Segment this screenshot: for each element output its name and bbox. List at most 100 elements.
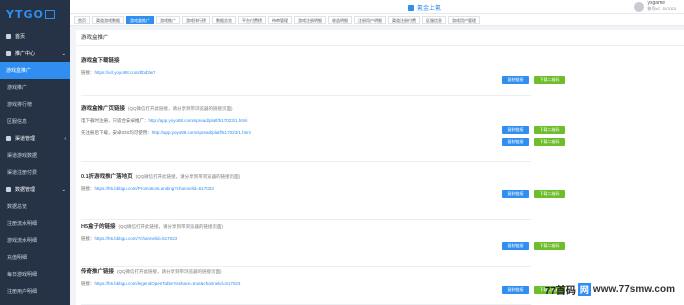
tab[interactable]: 平台付费榜 bbox=[238, 15, 266, 24]
sidebar-item[interactable]: 每日游戏明细 bbox=[0, 266, 70, 283]
tab[interactable]: 游戏排行榜 bbox=[182, 15, 210, 24]
copy-link-button[interactable]: 复制链接 bbox=[502, 242, 529, 250]
link-row: 链接：https://h5.bbbgu.com/legendOpenTable?… bbox=[81, 281, 531, 287]
link-url[interactable]: https://h5.bbbgu.com/PromotionLanding?ch… bbox=[95, 186, 214, 191]
tab[interactable]: 待审管理 bbox=[268, 15, 292, 24]
user-menu[interactable]: yxgame 账号id：517023 bbox=[633, 1, 676, 12]
sidebar-item[interactable]: 数据总览 bbox=[0, 198, 70, 215]
card-note: (QQ微信打开此链接，请分享到带浏览器的链接页面) bbox=[135, 174, 241, 179]
tab[interactable]: 游戏推广 bbox=[156, 15, 180, 24]
sidebar-item-label: 注册用户明细 bbox=[7, 289, 38, 295]
sidebar-item-label: 游戏推广 bbox=[7, 85, 28, 91]
top-bar: 氪金上氪 yxgame 账号id：517023 bbox=[70, 0, 684, 13]
app-logo[interactable]: YTGO bbox=[0, 0, 70, 28]
link-label: 链接： bbox=[81, 236, 95, 241]
tab[interactable]: 游戏注册明细 bbox=[294, 15, 326, 24]
sidebar-item-label: 游戏流水明细 bbox=[7, 238, 38, 244]
link-card: 传奇推广链接 (QQ微信打开此链接，请分享到带浏览器的链接页面) 链接：https:… bbox=[81, 267, 565, 305]
sidebar-item[interactable]: 渠道管理 ‹ bbox=[0, 130, 70, 147]
sidebar-item-label: 游戏排行榜 bbox=[7, 102, 33, 108]
sidebar-item[interactable]: 注册流水明细 bbox=[0, 215, 70, 232]
watermark: 77首码网 www.77smw.com bbox=[544, 283, 675, 297]
copy-link-button[interactable]: 复制链接 bbox=[502, 286, 529, 294]
link-url[interactable]: https://h5.bbbgu.com/?channelid=517023 bbox=[95, 236, 178, 241]
sidebar-item[interactable]: 游戏盒推广 bbox=[0, 62, 70, 79]
chevron-icon: ⌄ bbox=[61, 50, 66, 57]
tab[interactable]: 渠道注册付费 bbox=[388, 15, 420, 24]
link-label: 链接： bbox=[81, 186, 95, 191]
download-qr-button[interactable]: 下载二维码 bbox=[534, 138, 565, 146]
menu-icon bbox=[6, 51, 11, 56]
link-row: 电下载时注册，只适合安卓推广：http://app.yoyo88.com/spr… bbox=[81, 118, 531, 124]
tab[interactable]: 渠道游戏数据 bbox=[92, 15, 124, 24]
link-card: 0.1折游戏推广落地页 (QQ微信打开此链接，请分享到带浏览器的链接页面) 链接：h… bbox=[81, 172, 565, 220]
sidebar-item-label: 每日游戏明细 bbox=[7, 272, 38, 278]
download-qr-button[interactable]: 下载二维码 bbox=[534, 190, 565, 198]
tab[interactable]: 游戏用户管理 bbox=[448, 15, 480, 24]
link-card: 游戏盒推广页链接 (QQ微信打开此链接，请分享到带浏览器的链接页面) 电下载时注册，… bbox=[81, 104, 565, 162]
panel-title: 游戏盒推广 bbox=[76, 30, 684, 46]
card-note: (QQ微信打开此链接，请分享到带浏览器的链接页面) bbox=[128, 106, 233, 111]
link-row: 链接：https://url.yoyo88.com/0bd3w7 bbox=[81, 70, 531, 76]
sidebar: YTGO 首页 推广中心 ⌄ 游戏盒推广游戏推广游戏排行榜区服信息渠道管理 ‹ 渠道游戏数… bbox=[0, 0, 70, 305]
sidebar-item[interactable]: 注册用户明细 bbox=[0, 283, 70, 300]
sidebar-item[interactable]: 渠道注册付费 bbox=[0, 164, 70, 181]
tab[interactable]: 游戏盒推广 bbox=[126, 15, 154, 24]
tab[interactable]: 首页 bbox=[74, 15, 90, 24]
sidebar-item[interactable]: 游戏排行榜 bbox=[0, 96, 70, 113]
menu-icon bbox=[6, 187, 11, 192]
sidebar-item-label: 游戏盒推广 bbox=[6, 68, 32, 74]
sidebar-item-label: 渠道管理 bbox=[15, 136, 36, 142]
tab[interactable]: 区服信息 bbox=[422, 15, 446, 24]
download-qr-button[interactable]: 下载二维码 bbox=[534, 76, 565, 84]
sidebar-item[interactable]: 充值明细 bbox=[0, 249, 70, 266]
sidebar-item[interactable]: 游戏推广 bbox=[0, 79, 70, 96]
card-title: 游戏盒下载链接 bbox=[81, 58, 120, 64]
sidebar-item-label: 数据管理 bbox=[15, 187, 36, 193]
sidebar-item-label: 区服信息 bbox=[7, 119, 28, 125]
sidebar-item-label: 渠道游戏数据 bbox=[7, 153, 38, 159]
tab-strip: 首页 渠道游戏数据 游戏盒推广 游戏推广 游戏排行榜 数据总览 平台付费榜 待审管理 游戏注册明… bbox=[70, 13, 684, 26]
card-note: (QQ微信打开此链接，请分享到带浏览器的链接页面) bbox=[117, 269, 222, 274]
chevron-icon: ⌄ bbox=[61, 186, 66, 193]
sidebar-item[interactable]: 游戏流水明细 bbox=[0, 232, 70, 249]
card-title: 游戏盒推广页链接 (QQ微信打开此链接，请分享到带浏览器的链接页面) bbox=[81, 106, 233, 112]
sidebar-item-label: 注册流水明细 bbox=[7, 221, 38, 227]
download-qr-button[interactable]: 下载二维码 bbox=[534, 242, 565, 250]
sidebar-item[interactable]: 推广中心 ⌄ bbox=[0, 45, 70, 62]
copy-link-button[interactable]: 复制链接 bbox=[502, 190, 529, 198]
tab[interactable]: 数据总览 bbox=[212, 15, 236, 24]
download-qr-button[interactable]: 下载二维码 bbox=[534, 126, 565, 134]
sidebar-item[interactable]: 数据管理 ⌄ bbox=[0, 181, 70, 198]
header-title[interactable]: 氪金上氪 bbox=[408, 3, 441, 12]
user-id: 账号id：517023 bbox=[647, 6, 676, 11]
card-title: 0.1折游戏推广落地页 (QQ微信打开此链接，请分享到带浏览器的链接页面) bbox=[81, 174, 241, 180]
tab[interactable]: 收益明细 bbox=[328, 15, 352, 24]
avatar bbox=[633, 1, 644, 12]
tab[interactable]: 注册用户明细 bbox=[354, 15, 386, 24]
link-label: 链接： bbox=[81, 281, 95, 286]
copy-link-button[interactable]: 复制链接 bbox=[502, 76, 529, 84]
link-label: 先注册后下载，安卓IOS均可使用： bbox=[81, 130, 152, 135]
menu-icon bbox=[6, 34, 11, 39]
card-note: (QQ微信打开此链接，请分享到带浏览器的链接页面) bbox=[118, 224, 224, 229]
link-card: H5盒子的链接 (QQ微信打开此链接，请分享到带浏览器的链接页面) 链接：https… bbox=[81, 222, 565, 267]
link-label: 链接： bbox=[81, 70, 95, 75]
sidebar-item-label: 渠道注册付费 bbox=[7, 170, 38, 176]
copy-link-button[interactable]: 复制链接 bbox=[502, 126, 529, 134]
link-url[interactable]: https://url.yoyo88.com/0bd3w7 bbox=[95, 70, 156, 75]
menu-icon bbox=[6, 136, 11, 141]
link-url[interactable]: https://h5.bbbgu.com/legendOpenTable?iss… bbox=[95, 281, 241, 286]
sidebar-item[interactable]: 首页 bbox=[0, 28, 70, 45]
link-url[interactable]: http://app.yoyo88.com/spread/platf/51702… bbox=[152, 130, 251, 135]
link-url[interactable]: http://app.yoyo88.com/spread/platf/51702… bbox=[149, 118, 248, 123]
sidebar-item-label: 充值明细 bbox=[7, 255, 28, 261]
home-icon bbox=[408, 4, 414, 11]
sidebar-item[interactable]: 区服信息 bbox=[0, 113, 70, 130]
link-row: 链接：https://h5.bbbgu.com/?channelid=51702… bbox=[81, 236, 531, 242]
sidebar-item[interactable]: 渠道游戏数据 bbox=[0, 147, 70, 164]
card-title: H5盒子的链接 (QQ微信打开此链接，请分享到带浏览器的链接页面) bbox=[81, 224, 224, 230]
link-row: 先注册后下载，安卓IOS均可使用：http://app.yoyo88.com/s… bbox=[81, 130, 531, 136]
copy-link-button[interactable]: 复制链接 bbox=[502, 138, 529, 146]
link-card: 游戏盒下载链接 链接：https://url.yoyo88.com/0bd3w7 复… bbox=[81, 56, 565, 96]
